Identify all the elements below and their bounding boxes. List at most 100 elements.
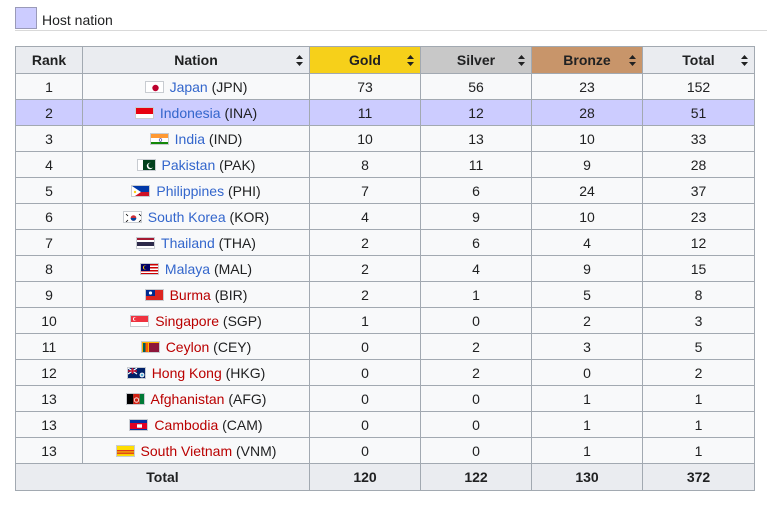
country-link[interactable]: Hong Kong [152,365,222,381]
nation-cell: Malaya (MAL) [82,255,310,282]
country-link[interactable]: Ceylon [166,339,210,355]
total-cell: 51 [642,99,755,126]
pakistan-flag-icon [136,158,156,171]
rank-cell: 1 [15,73,83,100]
gold-cell: 0 [309,437,421,464]
bronze-cell: 3 [531,333,643,360]
bronze-cell: 9 [531,255,643,282]
country-link[interactable]: Burma [170,287,211,303]
country-code: (INA) [224,104,258,121]
total-cell: 33 [642,125,755,152]
nation-cell: Ceylon (CEY) [82,333,310,360]
sort-icon[interactable] [296,55,303,66]
bronze-cell: 1 [531,437,643,464]
burma-flag-icon [144,288,164,301]
table-row: 5 Philippines (PHI) 7 6 24 37 [15,177,755,204]
country-link[interactable]: South Vietnam [141,443,233,459]
sort-icon[interactable] [518,55,525,66]
country-code: (AFG) [228,390,267,407]
nation-header-label: Nation [174,52,218,68]
gold-header-label: Gold [349,52,381,68]
table-row: 13 South Vietnam (VNM) 0 0 1 1 [15,437,755,464]
country-code: (PHI) [227,182,261,199]
silver-cell: 2 [420,333,532,360]
country-code: (CEY) [213,338,252,355]
country-code: (THA) [218,234,256,251]
bronze-cell: 23 [531,73,643,100]
table-row: 6 South Korea (KOR) 4 9 10 23 [15,203,755,230]
nation-cell: Afghanistan (AFG) [82,385,310,412]
nation-cell: Japan (JPN) [82,73,310,100]
country-link[interactable]: Afghanistan [151,391,225,407]
table-row: 1 Japan (JPN) 73 56 23 152 [15,73,755,100]
country-code: (BIR) [214,286,248,303]
header-row: Rank Nation Gold Silver Bronze Total [15,46,755,74]
bronze-cell: 9 [531,151,643,178]
table-row: 11 Ceylon (CEY) 0 2 3 5 [15,333,755,360]
gold-cell: 11 [309,99,421,126]
country-link[interactable]: Philippines [156,183,224,199]
silver-cell: 1 [420,281,532,308]
total-bronze: 130 [531,463,643,491]
afghanistan-flag-icon [125,392,145,405]
country-link[interactable]: Cambodia [154,417,218,433]
nation-header[interactable]: Nation [82,46,310,74]
silver-header-label: Silver [456,52,496,68]
nation-cell: South Korea (KOR) [82,203,310,230]
country-code: (PAK) [219,156,256,173]
sort-icon[interactable] [407,55,414,66]
bronze-cell: 1 [531,411,643,438]
total-header-label: Total [682,52,715,68]
bronze-cell: 5 [531,281,643,308]
country-code: (HKG) [225,364,266,381]
country-link[interactable]: Thailand [161,235,215,251]
gold-header[interactable]: Gold [309,46,421,74]
table-row: 10 Singapore (SGP) 1 0 2 3 [15,307,755,334]
total-silver: 122 [420,463,532,491]
silver-header[interactable]: Silver [420,46,532,74]
gold-cell: 2 [309,281,421,308]
total-cell: 28 [642,151,755,178]
rank-cell: 4 [15,151,83,178]
bronze-header[interactable]: Bronze [531,46,643,74]
country-link[interactable]: South Korea [148,209,226,225]
country-link[interactable]: Malaya [165,261,210,277]
sort-icon[interactable] [629,55,636,66]
host-color-swatch [15,7,37,29]
silver-cell: 56 [420,73,532,100]
rank-cell: 8 [15,255,83,282]
total-row: Total 120 122 130 372 [15,463,755,491]
bronze-cell: 10 [531,125,643,152]
nation-cell: Singapore (SGP) [82,307,310,334]
silver-cell: 11 [420,151,532,178]
silver-cell: 9 [420,203,532,230]
total-total: 372 [642,463,755,491]
sort-icon[interactable] [741,55,748,66]
total-cell: 23 [642,203,755,230]
gold-cell: 0 [309,359,421,386]
rank-cell: 12 [15,359,83,386]
table-row: 12 Hong Kong (HKG) 0 2 0 2 [15,359,755,386]
rank-header[interactable]: Rank [15,46,83,74]
nation-cell: Pakistan (PAK) [82,151,310,178]
country-link[interactable]: Japan [170,79,208,95]
nation-cell: South Vietnam (VNM) [82,437,310,464]
total-cell: 5 [642,333,755,360]
country-link[interactable]: India [175,131,205,147]
total-header[interactable]: Total [642,46,755,74]
thailand-flag-icon [136,236,156,249]
country-link[interactable]: Pakistan [162,157,216,173]
nation-cell: Philippines (PHI) [82,177,310,204]
country-code: (IND) [208,130,243,147]
total-cell: 37 [642,177,755,204]
hong-kong-flag-icon [126,366,146,379]
total-cell: 15 [642,255,755,282]
country-link[interactable]: Indonesia [160,105,221,121]
country-code: (VNM) [236,442,277,459]
country-link[interactable]: Singapore [155,313,219,329]
malaya-flag-icon [139,262,159,275]
gold-cell: 2 [309,229,421,256]
table-row: 13 Cambodia (CAM) 0 0 1 1 [15,411,755,438]
total-gold: 120 [309,463,421,491]
silver-cell: 12 [420,99,532,126]
